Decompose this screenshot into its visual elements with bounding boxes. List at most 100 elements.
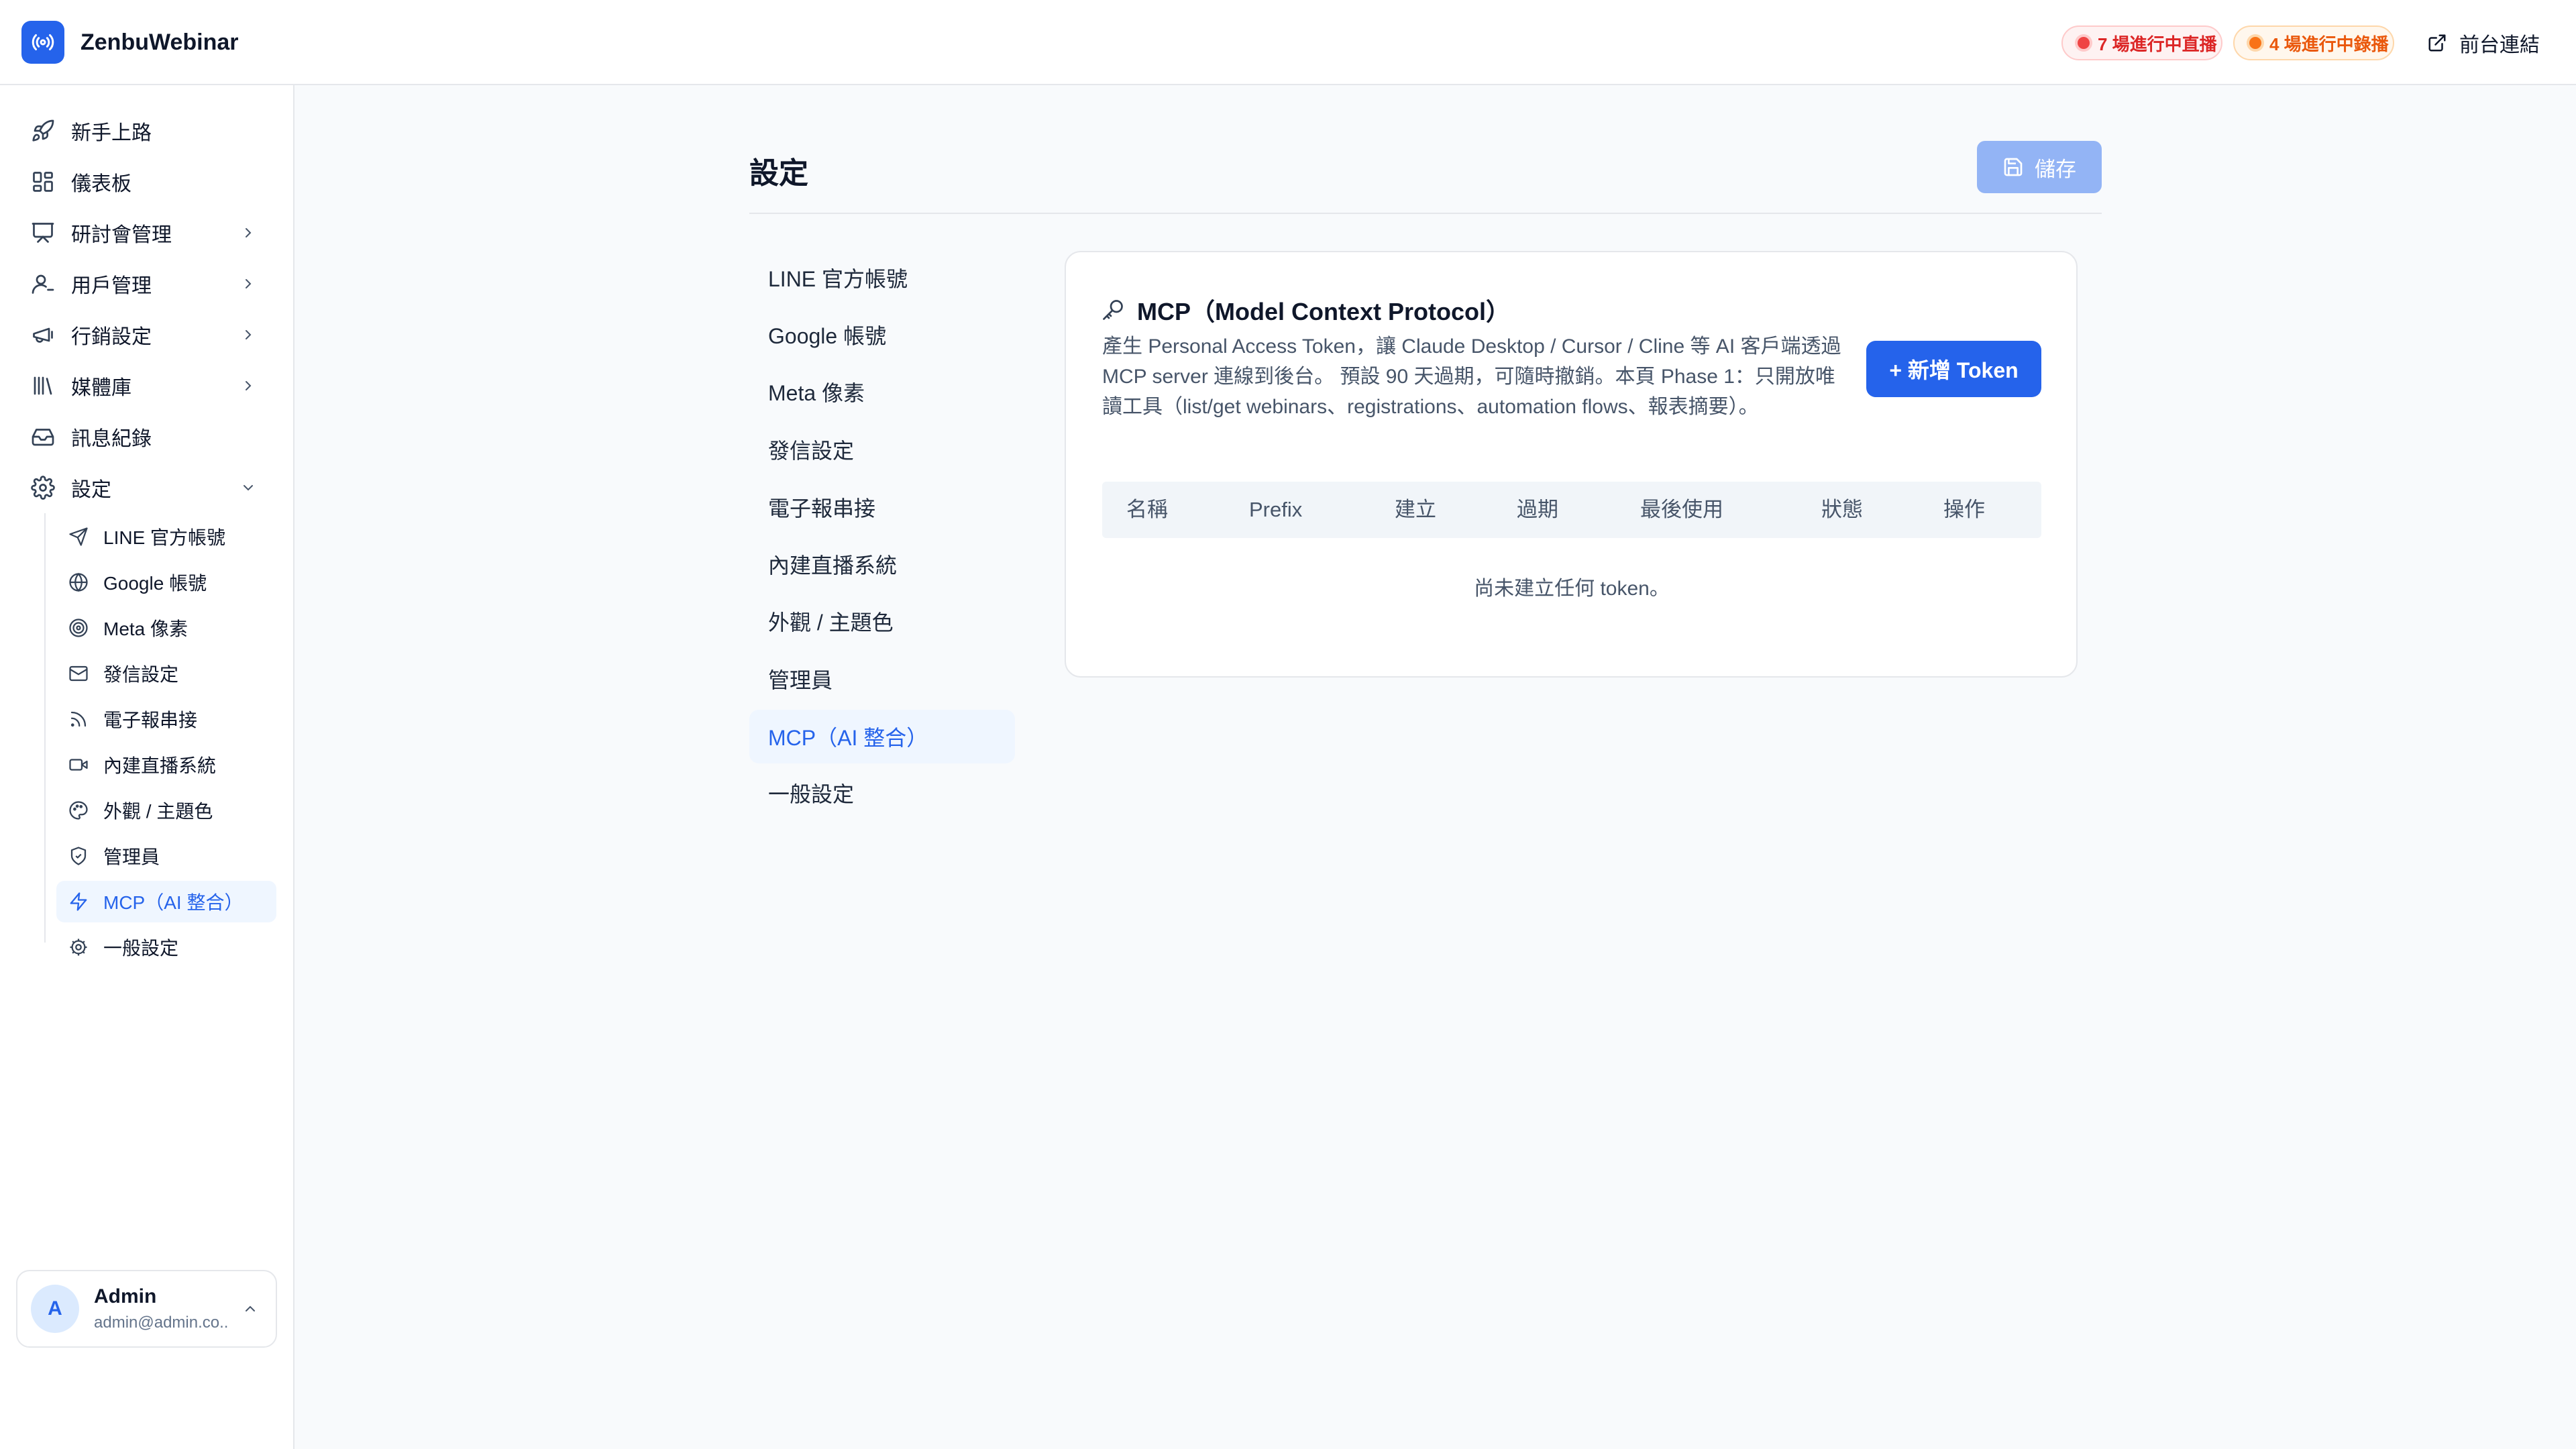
mail-icon — [69, 665, 88, 682]
sidebar-subitem-live-system[interactable]: 內建直播系統 — [56, 744, 276, 786]
front-link-label: 前台連結 — [2459, 34, 2540, 56]
sidebar-subitem-label: LINE 官方帳號 — [103, 527, 226, 548]
tab-google[interactable]: Google 帳號 — [749, 308, 1015, 362]
mcp-title-text: MCP（Model Context Protocol） — [1137, 298, 1510, 325]
brand[interactable]: ZenbuWebinar — [21, 21, 239, 64]
sidebar-subitem-newsletter[interactable]: 電子報串接 — [56, 698, 276, 740]
recording-badge-label: 4 場進行中錄播 — [2269, 34, 2389, 54]
title-divider — [749, 213, 2102, 214]
sidebar-subitem-mcp[interactable]: MCP（AI 整合） — [56, 881, 276, 922]
token-table-header: 名稱 Prefix 建立 過期 最後使用 狀態 操作 — [1102, 482, 2041, 538]
tab-theme[interactable]: 外觀 / 主題色 — [749, 594, 1015, 648]
user-icon — [32, 274, 54, 294]
sidebar-subitem-label: 電子報串接 — [103, 710, 198, 731]
megaphone-icon — [33, 327, 53, 343]
sidebar-item-label: 儀表板 — [71, 173, 131, 195]
column-header-name: 名稱 — [1126, 498, 1168, 521]
inbox-icon — [32, 429, 54, 446]
sidebar-subitem-meta-pixel[interactable]: Meta 像素 — [56, 607, 276, 649]
tab-line[interactable]: LINE 官方帳號 — [749, 251, 1015, 305]
external-link-icon — [2428, 34, 2446, 52]
sidebar-item-label: 訊息紀錄 — [71, 428, 152, 450]
sidebar-item-label: 媒體庫 — [71, 377, 131, 399]
sidebar-subitem-line[interactable]: LINE 官方帳號 — [56, 516, 276, 557]
sidebar-item-marketing[interactable]: 行銷設定 — [21, 313, 276, 356]
column-header-status: 狀態 — [1821, 498, 1863, 521]
sidebar-subitem-label: 一般設定 — [103, 938, 179, 959]
sidebar-subitem-label: Google 帳號 — [103, 573, 207, 594]
sidebar-subitem-admins[interactable]: 管理員 — [56, 835, 276, 877]
tab-mail[interactable]: 發信設定 — [749, 423, 1015, 476]
tab-live-system[interactable]: 內建直播系統 — [749, 537, 1015, 591]
user-name: Admin — [94, 1285, 157, 1307]
brand-name: ZenbuWebinar — [80, 29, 239, 55]
tab-admins[interactable]: 管理員 — [749, 652, 1015, 706]
sidebar-subitem-google[interactable]: Google 帳號 — [56, 561, 276, 603]
chevron-up-icon — [246, 1305, 255, 1311]
sidebar-item-label: 設定 — [71, 479, 111, 501]
column-header-last-used: 最後使用 — [1640, 498, 1723, 521]
sidebar-subitem-mail[interactable]: 發信設定 — [56, 653, 276, 694]
save-icon — [2004, 158, 2023, 176]
sidebar: 新手上路 儀表板 研討會管理 用戶管理 行銷設定 媒體庫 訊息紀錄 設定 LIN… — [0, 85, 294, 1449]
sidebar-item-label: 行銷設定 — [71, 326, 152, 348]
sidebar-subitem-label: Meta 像素 — [103, 619, 189, 639]
live-dot-icon — [2078, 37, 2090, 49]
avatar: A — [31, 1285, 79, 1333]
recording-status-badge[interactable]: 4 場進行中錄播 — [2233, 25, 2394, 60]
front-link[interactable]: 前台連結 — [2427, 27, 2540, 59]
tab-general[interactable]: 一般設定 — [749, 766, 1015, 820]
cog-icon — [70, 938, 87, 956]
sidebar-item-users[interactable]: 用戶管理 — [21, 262, 276, 305]
empty-state-message: 尚未建立任何 token。 — [1474, 578, 1670, 600]
chevron-down-icon — [244, 485, 253, 491]
gear-icon — [31, 476, 55, 500]
column-header-created: 建立 — [1395, 498, 1436, 521]
live-status-badge[interactable]: 7 場進行中直播 — [2061, 25, 2222, 60]
sidebar-item-media-library[interactable]: 媒體庫 — [21, 364, 276, 407]
submenu-divider — [44, 513, 46, 943]
video-icon — [69, 759, 88, 771]
mcp-description: 產生 Personal Access Token，讓 Claude Deskto… — [1102, 335, 1841, 418]
save-button[interactable]: 儲存 — [1977, 141, 2102, 193]
globe-icon — [69, 572, 88, 592]
sidebar-subitem-label: MCP（AI 整合） — [103, 892, 244, 913]
tab-meta-pixel[interactable]: Meta 像素 — [749, 365, 1015, 419]
mcp-card-title: MCP（Model Context Protocol） — [1101, 292, 1510, 327]
shield-check-icon — [70, 847, 87, 865]
sidebar-subitem-theme[interactable]: 外觀 / 主題色 — [56, 790, 276, 831]
sidebar-item-label: 研討會管理 — [71, 224, 172, 246]
rss-icon — [70, 711, 87, 727]
top-header: ZenbuWebinar 7 場進行中直播 4 場進行中錄播 前台連結 — [0, 0, 2576, 85]
sidebar-subitem-label: 發信設定 — [103, 664, 179, 685]
key-icon — [1103, 300, 1123, 320]
tab-mcp[interactable]: MCP（AI 整合） — [749, 710, 1015, 763]
live-badge-label: 7 場進行中直播 — [2098, 34, 2217, 54]
sidebar-item-dashboard[interactable]: 儀表板 — [21, 160, 276, 203]
user-menu[interactable]: A Admin admin@admin.co... — [16, 1270, 277, 1348]
recording-dot-icon — [2249, 37, 2261, 49]
library-icon — [34, 376, 52, 395]
sidebar-item-getting-started[interactable]: 新手上路 — [21, 109, 276, 152]
chevron-right-icon — [246, 330, 252, 339]
sidebar-subitem-label: 內建直播系統 — [103, 755, 217, 776]
user-email: admin@admin.co... — [94, 1313, 228, 1332]
add-token-button[interactable]: + 新增 Token — [1866, 341, 2041, 397]
target-icon — [69, 619, 88, 637]
tab-newsletter[interactable]: 電子報串接 — [749, 480, 1015, 534]
sidebar-item-label: 用戶管理 — [71, 275, 152, 297]
mcp-card: MCP（Model Context Protocol） 產生 Personal … — [1065, 251, 2078, 678]
chevron-right-icon — [246, 279, 252, 288]
sidebar-subitem-label: 外觀 / 主題色 — [103, 801, 213, 822]
sidebar-item-settings[interactable]: 設定 — [21, 466, 276, 509]
chevron-right-icon — [246, 381, 252, 390]
sidebar-item-webinars[interactable]: 研討會管理 — [21, 211, 276, 254]
sidebar-item-message-log[interactable]: 訊息紀錄 — [21, 415, 276, 458]
save-button-label: 儲存 — [2035, 157, 2076, 181]
zap-icon — [70, 892, 87, 911]
sidebar-subitem-general[interactable]: 一般設定 — [56, 926, 276, 968]
dashboard-icon — [33, 172, 53, 192]
broadcast-icon — [21, 21, 64, 64]
column-header-actions: 操作 — [1943, 498, 1985, 521]
sidebar-subitem-label: 管理員 — [103, 847, 160, 867]
